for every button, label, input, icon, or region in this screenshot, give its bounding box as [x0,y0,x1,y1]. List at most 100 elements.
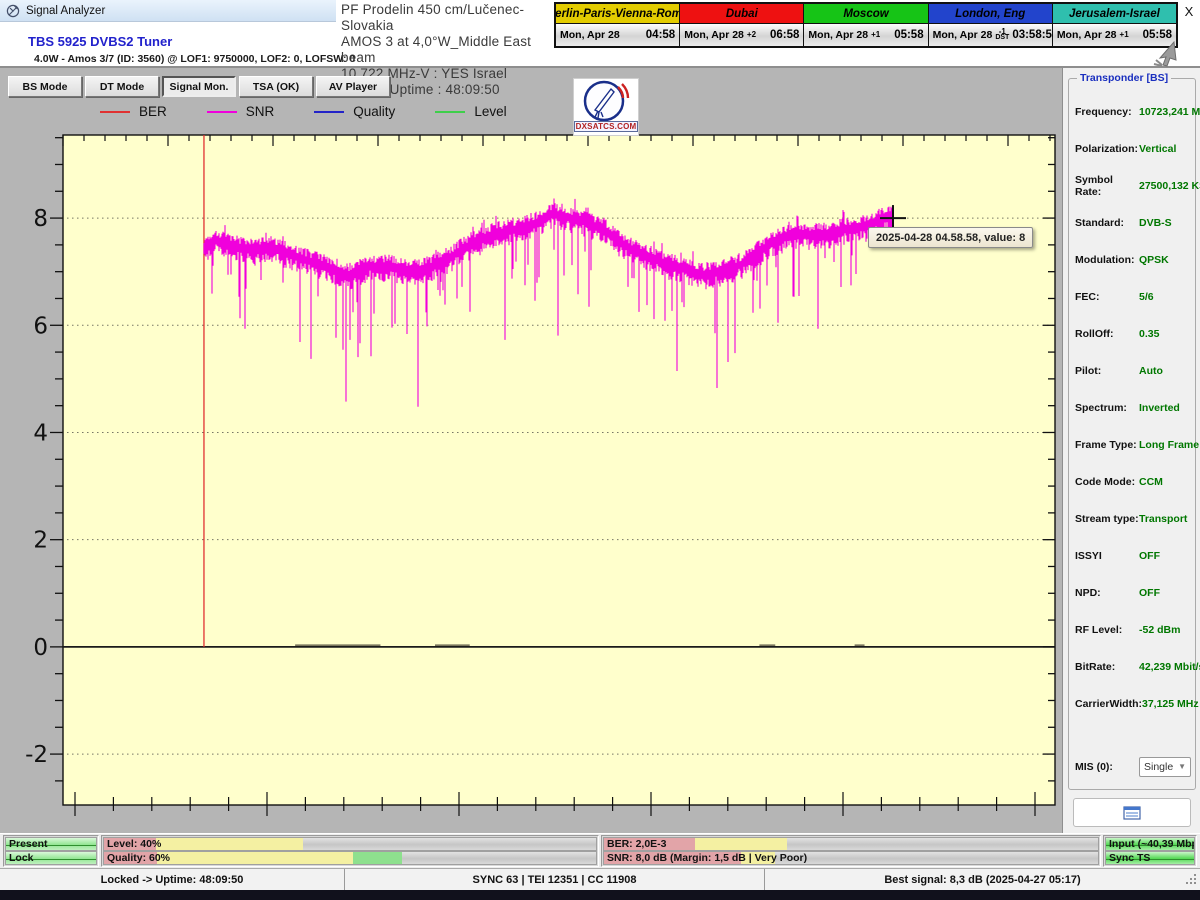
tuner-name: TBS 5925 DVBS2 Tuner [28,34,172,49]
transponder-panel: Transponder [BS] Frequency:10723,241 MHz… [1062,68,1200,833]
svg-text:4: 4 [33,420,48,446]
tp-label-polarization: Polarization: [1075,143,1139,155]
app-dish-icon [6,4,20,18]
tp-label-rf-level: RF Level: [1075,624,1139,636]
clock-dubai: Dubai Mon, Apr 28 +2 06:58 [680,4,804,46]
clock-date: Mon, Apr 28 [684,29,744,41]
tp-label-carrierwidth: CarrierWidth: [1075,698,1142,710]
close-icon[interactable]: X [1180,4,1198,22]
bottom-edge [0,890,1200,900]
tp-value-modulation: QPSK [1139,254,1169,266]
clock-date: Mon, Apr 28 [560,29,620,41]
svg-text:2: 2 [33,528,48,554]
clock-city-label: Dubai [680,4,803,24]
tp-value-frame-type: Long Frame [1139,439,1199,451]
legend-quality: Quality [314,104,395,119]
tuner-config: 4.0W - Amos 3/7 (ID: 3560) @ LOF1: 97500… [34,53,355,65]
snr-line-swatch [207,111,237,113]
svg-text:8: 8 [33,206,48,232]
stream-list-button[interactable] [1073,798,1191,827]
clock-date: Mon, Apr 28 [1057,29,1117,41]
mis-select[interactable]: Single ▼ [1139,757,1191,777]
tp-value-polarization: Vertical [1139,143,1176,155]
tp-value-fec: 5/6 [1139,291,1154,303]
chart-legend: BER SNR Quality Level [100,104,507,119]
tp-value-stream-type: Transport [1139,513,1187,525]
window-title: Signal Analyzer [26,5,105,17]
clock-city-label: London, Eng [929,4,1052,24]
tp-label-npd: NPD: [1075,587,1139,599]
ber-progressbar: BER: 2,0E-3 [603,837,1099,851]
clock-berlin: Berlin-Paris-Vienna-Roma Mon, Apr 28 04:… [556,4,680,46]
clock-city-label: Moscow [804,4,927,24]
tp-value-npd: OFF [1139,587,1160,599]
chevron-down-icon: ▼ [1178,762,1186,771]
tab-bs-mode[interactable]: BS Mode [8,76,82,97]
tp-value-frequency: 10723,241 MHz [1139,106,1200,118]
legend-snr: SNR [207,104,275,119]
clock-date: Mon, Apr 28 [933,29,993,41]
tp-label-frequency: Frequency: [1075,106,1139,118]
tp-value-carrierwidth: 37,125 MHz [1142,698,1199,710]
tp-label-issyi: ISSYI [1075,550,1139,562]
status-sync-tei-cc: SYNC 63 | TEI 12351 | CC 11908 [345,869,765,890]
tab-dt-mode[interactable]: DT Mode [85,76,159,97]
clock-date: Mon, Apr 28 [808,29,868,41]
level-line-swatch [435,111,465,113]
mode-tabs: BS Mode DT Mode Signal Mon. TSA (OK) AV … [8,76,390,97]
tp-value-spectrum: Inverted [1139,402,1180,414]
tab-av-player[interactable]: AV Player [316,76,390,97]
svg-text:6: 6 [33,313,48,339]
signal-analyzer-window: Signal Analyzer TBS 5925 DVBS2 Tuner 4.0… [0,0,1200,900]
status-uptime: Locked -> Uptime: 48:09:50 [0,869,345,890]
tp-value-pilot: Auto [1139,365,1163,377]
input-indicator: Input (~40,39 Mbps) [1105,837,1195,851]
top-band: Signal Analyzer TBS 5925 DVBS2 Tuner 4.0… [0,0,1200,68]
window-titlebar: Signal Analyzer [0,0,336,22]
tp-value-rolloff: 0.35 [1139,328,1159,340]
tp-value-issyi: OFF [1139,550,1160,562]
tp-label-modulation: Modulation: [1075,254,1139,266]
tp-label-spectrum: Spectrum: [1075,402,1139,414]
feed-line-1: PF Prodelin 450 cm/Lučenec-Slovakia [341,2,556,34]
tp-label-code-mode: Code Mode: [1075,476,1139,488]
clock-time: 04:58 [646,29,675,41]
tp-label-symbol-rate: Symbol Rate: [1075,174,1139,198]
clock-time: 05:58 [894,29,923,41]
ber-line-swatch [100,111,130,113]
clock-time: 03:58:58 [1012,29,1058,41]
list-icon [1123,806,1141,820]
mis-label: MIS (0): [1075,761,1139,773]
clock-moscow: Moscow Mon, Apr 28 +1 05:58 [804,4,928,46]
status-bar: Locked -> Uptime: 48:09:50 SYNC 63 | TEI… [0,868,1200,890]
transponder-title: Transponder [BS] [1077,72,1171,84]
signal-chart[interactable]: 86420-2 [0,100,1060,833]
tab-signal-mon[interactable]: Signal Mon. [162,76,236,97]
clock-city-label: Jerusalem-Israel [1053,4,1176,24]
clock-city-label: Berlin-Paris-Vienna-Roma [556,4,679,24]
svg-text:-2: -2 [25,742,48,768]
legend-level: Level [435,104,506,119]
resize-grip[interactable] [1185,873,1198,891]
dxsatcs-logo: DXSATCS.COM [573,78,639,136]
level-progressbar: Level: 40% [103,837,597,851]
tp-label-rolloff: RollOff: [1075,328,1139,340]
dxsatcs-dish-icon [581,79,631,123]
world-clock-panel: Berlin-Paris-Vienna-Roma Mon, Apr 28 04:… [554,2,1178,48]
clock-time: 06:58 [770,29,799,41]
snr-progressbar: SNR: 8,0 dB (Margin: 1,5 dB | Very Poor) [603,851,1099,865]
tab-tsa[interactable]: TSA (OK) [239,76,313,97]
status-best-signal: Best signal: 8,3 dB (2025-04-27 05:17) [765,869,1200,890]
tp-value-bitrate: 42,239 Mbit/s [1139,661,1200,673]
quality-line-swatch [314,111,344,113]
tp-label-bitrate: BitRate: [1075,661,1139,673]
tp-label-fec: FEC: [1075,291,1139,303]
transponder-groupbox: Transponder [BS] Frequency:10723,241 MHz… [1068,78,1196,790]
signal-bars-zone: Present Lock Level: 40% Quality: 60% BER… [0,833,1200,868]
legend-ber: BER [100,104,167,119]
tp-label-frame-type: Frame Type: [1075,439,1139,451]
sync-ts-indicator: Sync TS [1105,851,1195,865]
tp-label-standard: Standard: [1075,217,1139,229]
quality-progressbar: Quality: 60% [103,851,597,865]
tp-value-rf-level: -52 dBm [1139,624,1180,636]
